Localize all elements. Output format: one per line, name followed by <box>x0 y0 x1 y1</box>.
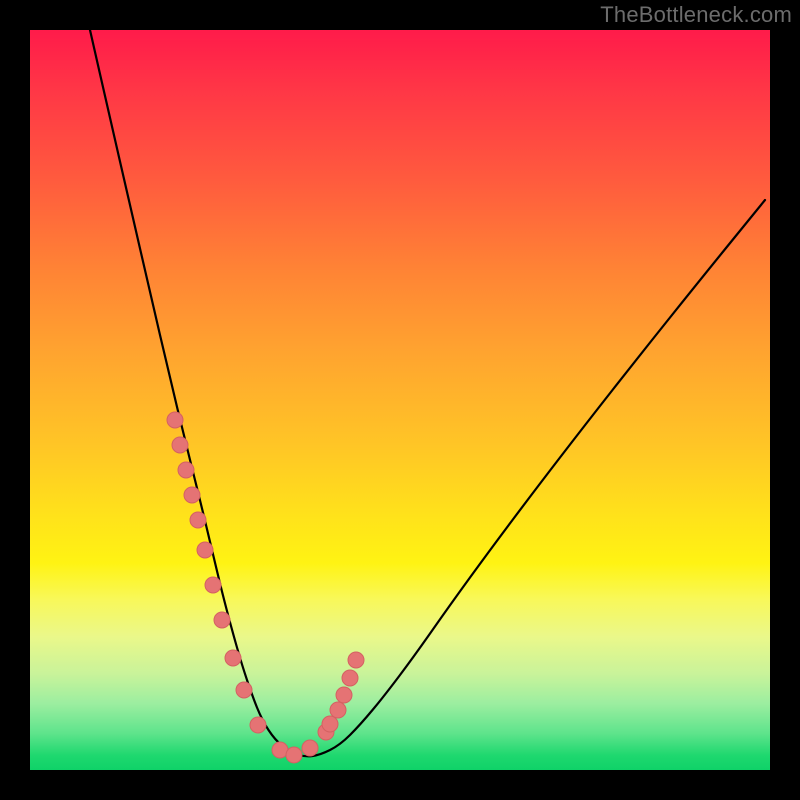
highlight-dot <box>286 747 302 763</box>
highlight-dot <box>197 542 213 558</box>
plot-area <box>30 30 770 770</box>
curve-svg <box>30 30 770 770</box>
highlight-dot <box>336 687 352 703</box>
highlight-dot <box>172 437 188 453</box>
chart-frame: TheBottleneck.com <box>0 0 800 800</box>
highlight-dot <box>236 682 252 698</box>
highlight-dot <box>348 652 364 668</box>
highlight-dot <box>330 702 346 718</box>
highlight-dot <box>250 717 266 733</box>
watermark-text: TheBottleneck.com <box>600 2 792 28</box>
highlight-dot <box>184 487 200 503</box>
highlight-dot <box>322 716 338 732</box>
highlight-dot <box>302 740 318 756</box>
highlighted-points-group <box>167 412 364 763</box>
highlight-dot <box>167 412 183 428</box>
highlight-dot <box>190 512 206 528</box>
bottleneck-curve <box>90 30 765 756</box>
highlight-dot <box>225 650 241 666</box>
highlight-dot <box>205 577 221 593</box>
highlight-dot <box>178 462 194 478</box>
highlight-dot <box>342 670 358 686</box>
highlight-dot <box>214 612 230 628</box>
